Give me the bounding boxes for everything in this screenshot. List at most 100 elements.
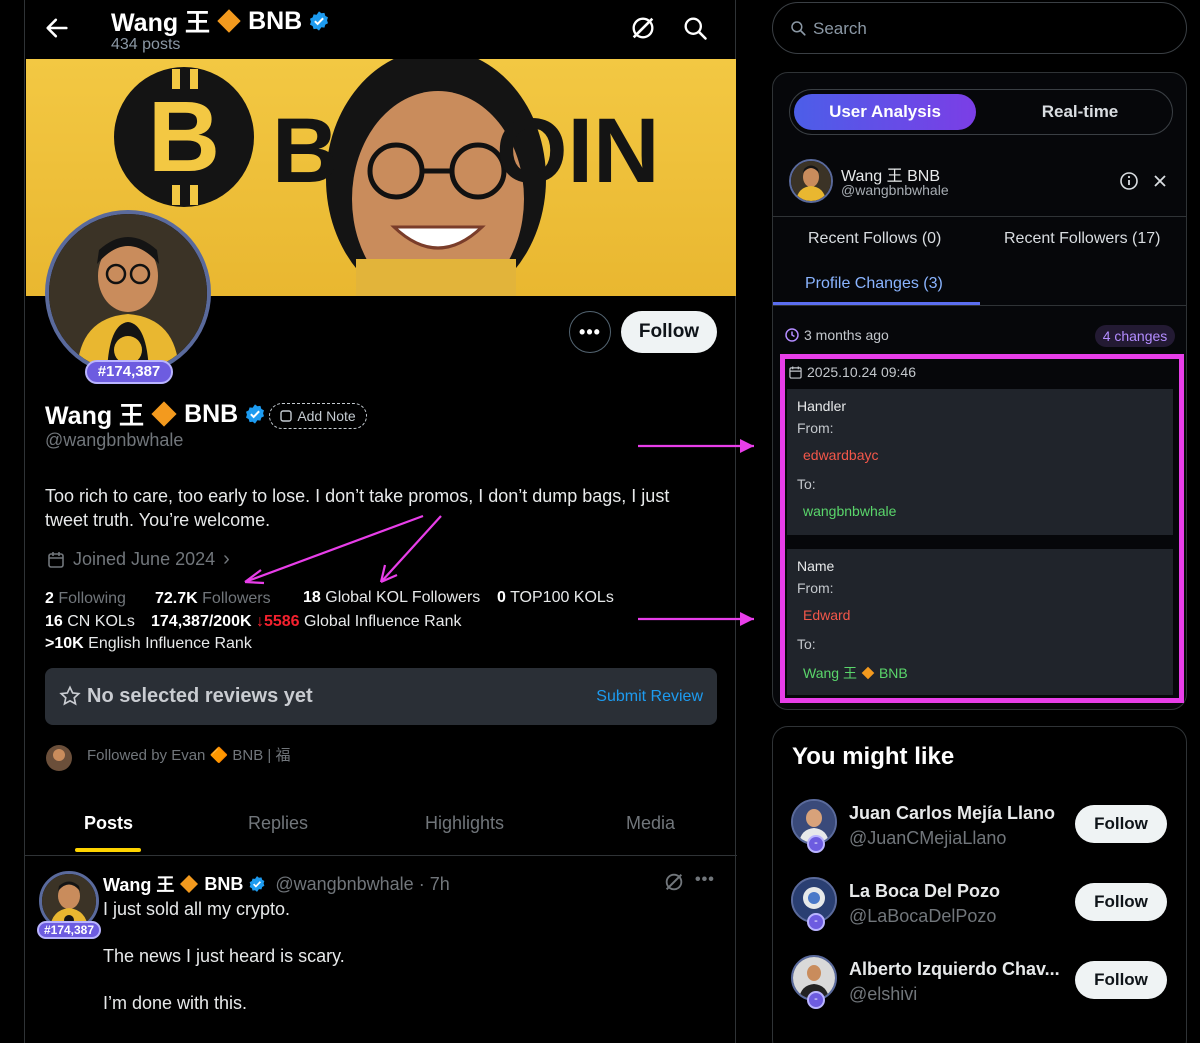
suggestion-handle: @LaBocaDelPozo — [849, 906, 997, 926]
changes-time-ago: 3 months ago — [785, 327, 889, 343]
header-name-suffix: BNB — [248, 6, 303, 35]
panel-user-card: Wang 王 BNB @wangbnbwhale — [789, 159, 1173, 207]
close-icon[interactable] — [1151, 172, 1169, 190]
annotation-arrow-name — [638, 612, 754, 626]
more-options-button[interactable]: ••• — [569, 311, 611, 353]
tab-profile-changes[interactable]: Profile Changes (3) — [805, 275, 943, 293]
orange-diamond-icon — [217, 9, 241, 33]
suggestion-follow-button[interactable]: Follow — [1075, 961, 1167, 999]
tab-real-time[interactable]: Real-time — [990, 102, 1170, 122]
annotation-arrow-handler — [638, 439, 754, 453]
following-stat[interactable]: 2 Following — [45, 590, 126, 608]
post-header: Wang 王 BNB @wangbnbwhale · 7h — [103, 871, 450, 897]
to-label: To: — [797, 476, 816, 492]
from-value: Edward — [803, 607, 851, 623]
suggestion-rank-dot: - — [807, 835, 825, 853]
note-icon — [280, 410, 293, 422]
verified-badge-icon — [246, 404, 265, 424]
suggestion-item[interactable]: - Alberto Izquierdo Chav... @elshivi Fol… — [791, 955, 1171, 1019]
banner-text-left: B — [272, 100, 339, 202]
profile-avatar[interactable] — [45, 210, 211, 376]
change-field-label: Name — [797, 558, 835, 574]
grok-icon[interactable] — [629, 14, 657, 42]
divider — [773, 305, 1186, 306]
follow-button[interactable]: Follow — [621, 311, 717, 353]
display-name-prefix: Wang 王 — [45, 402, 145, 430]
follower-avatar — [46, 745, 72, 771]
from-label: From: — [797, 420, 834, 436]
user-analysis-panel: User Analysis Real-time Wang 王 BNB @wang… — [772, 72, 1187, 710]
tab-posts[interactable]: Posts — [84, 813, 133, 834]
clock-icon — [785, 328, 799, 342]
suggestion-follow-button[interactable]: Follow — [1075, 805, 1167, 843]
from-value: edwardbayc — [803, 447, 879, 463]
back-arrow-icon[interactable] — [43, 14, 71, 42]
joined-date[interactable]: Joined June 2024 › — [47, 548, 230, 571]
post-rank-badge: #174,387 — [37, 921, 101, 939]
suggestion-item[interactable]: - La Boca Del Pozo @LaBocaDelPozo Follow — [791, 877, 1171, 941]
active-tab-indicator — [75, 848, 141, 852]
reviews-box: No selected reviews yet Submit Review — [45, 668, 717, 725]
suggestion-name[interactable]: La Boca Del Pozo — [849, 881, 1061, 902]
profile-column: Wang 王 BNB 434 posts B B OIN #174,387 ••… — [24, 0, 737, 1043]
global-influence-rank-stat[interactable]: 174,387/200K ↓5586 Global Influence Rank — [151, 613, 461, 631]
top100-kols-stat[interactable]: 0 TOP100 KOLs — [497, 589, 614, 607]
post-text-line: I’m done with this. — [103, 993, 248, 1013]
change-date: 2025.10.24 09:46 — [789, 364, 916, 380]
grok-icon[interactable] — [663, 871, 685, 893]
display-name-suffix: BNB — [184, 399, 239, 428]
changes-count-badge: 4 changes — [1095, 325, 1175, 347]
add-note-button[interactable]: Add Note — [269, 403, 367, 429]
cn-kols-stat[interactable]: 16 CN KOLs — [45, 613, 135, 631]
tab-media[interactable]: Media — [626, 813, 675, 834]
tab-replies[interactable]: Replies — [248, 813, 308, 834]
verified-badge-icon — [249, 876, 265, 892]
search-icon[interactable] — [681, 14, 709, 42]
search-input[interactable]: Search — [772, 2, 1187, 54]
followed-by-text[interactable]: Followed by Evan 🔶 BNB | 福 — [87, 744, 290, 765]
svg-text:B: B — [148, 81, 220, 193]
suggestion-name[interactable]: Juan Carlos Mejía Llano — [849, 803, 1061, 824]
info-icon[interactable] — [1119, 171, 1139, 191]
annotation-arrows — [244, 514, 442, 585]
to-value: wangbnbwhale — [803, 503, 897, 519]
to-value: Wang 王 BNB — [803, 663, 908, 683]
suggestion-follow-button[interactable]: Follow — [1075, 883, 1167, 921]
joined-text: Joined June 2024 — [73, 549, 216, 569]
post-author-suffix[interactable]: BNB — [204, 874, 243, 895]
posts-count: 434 posts — [111, 36, 181, 53]
post-text-line: The news I just heard is scary. — [103, 946, 345, 966]
calendar-icon — [48, 551, 64, 568]
tab-recent-follows[interactable]: Recent Follows (0) — [808, 230, 941, 248]
post-handle-time: @wangbnbwhale · 7h — [275, 873, 450, 894]
rank-down-arrow-icon: ↓ — [255, 613, 264, 630]
tab-highlights[interactable]: Highlights — [425, 813, 504, 834]
tab-recent-followers[interactable]: Recent Followers (17) — [1004, 230, 1161, 248]
post-item[interactable]: #174,387 Wang 王 BNB @wangbnbwhale · 7h •… — [25, 857, 737, 1043]
suggestion-name[interactable]: Alberto Izquierdo Chav... — [849, 959, 1061, 980]
submit-review-link[interactable]: Submit Review — [596, 688, 703, 706]
profile-handle: @wangbnbwhale — [45, 430, 184, 450]
english-influence-rank-stat[interactable]: >10K English Influence Rank — [45, 635, 252, 653]
orange-diamond-icon — [180, 875, 199, 893]
suggestion-rank-dot: - — [807, 913, 825, 931]
post-author-name[interactable]: Wang 王 — [103, 871, 174, 897]
orange-diamond-icon — [861, 666, 875, 680]
add-note-label: Add Note — [297, 408, 356, 424]
reviews-empty-text: No selected reviews yet — [87, 685, 313, 707]
time-ago-text: 3 months ago — [804, 327, 889, 343]
post-more-icon[interactable]: ••• — [695, 871, 715, 889]
tab-user-analysis[interactable]: User Analysis — [794, 94, 976, 130]
verified-badge-icon — [310, 11, 329, 31]
suggestion-item[interactable]: - Juan Carlos Mejía Llano @JuanCMejiaLla… — [791, 799, 1171, 863]
name-change-card: Name From: Edward To: Wang 王 BNB — [787, 549, 1173, 695]
suggestion-rank-dot: - — [807, 991, 825, 1009]
banner-text-right: OIN — [496, 100, 660, 202]
star-icon — [59, 685, 81, 706]
calendar-icon — [789, 365, 802, 379]
search-placeholder: Search — [813, 19, 867, 38]
display-name: Wang 王 BNB — [45, 396, 266, 432]
panel-user-avatar — [789, 159, 833, 203]
to-label: To: — [797, 636, 816, 652]
suggestion-handle: @JuanCMejiaLlano — [849, 828, 1007, 848]
